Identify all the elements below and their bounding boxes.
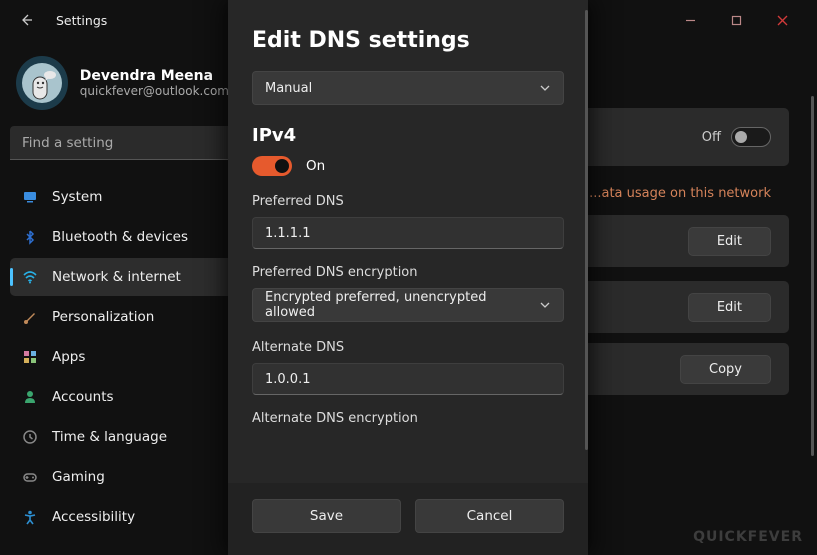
wifi-icon [22,269,38,285]
arrow-left-icon [18,12,34,28]
nav-list: System Bluetooth & devices Network & inter… [10,178,235,536]
ipv4-heading: IPv4 [252,125,564,146]
chevron-down-icon [539,299,551,311]
preferred-dns-encryption-select[interactable]: Encrypted preferred, unencrypted allowed [252,288,564,322]
minimize-button[interactable] [667,4,713,36]
sidebar-item-personalization[interactable]: Personalization [10,298,235,336]
metered-toggle-label: Off [702,130,721,145]
user-name: Devendra Meena [80,68,229,84]
metered-toggle[interactable] [731,127,771,147]
ipv4-toggle[interactable] [252,156,292,176]
dialog-body: Edit DNS settings Manual IPv4 On Preferr… [228,0,588,483]
sidebar-item-accessibility[interactable]: Accessibility [10,498,235,536]
dialog-footer: Save Cancel [228,483,588,555]
sidebar-item-gaming[interactable]: Gaming [10,458,235,496]
preferred-dns-input[interactable] [252,217,564,249]
alternate-dns-input[interactable] [252,363,564,395]
cancel-button[interactable]: Cancel [415,499,564,533]
preferred-enc-value: Encrypted preferred, unencrypted allowed [265,290,539,320]
data-usage-link[interactable]: ...ata usage on this network [589,186,771,201]
save-button[interactable]: Save [252,499,401,533]
user-email: quickfever@outlook.com [80,84,229,98]
edit-button-1[interactable]: Edit [688,227,771,256]
ipv4-toggle-label: On [306,158,325,174]
sidebar-item-system[interactable]: System [10,178,235,216]
main-scrollbar[interactable] [811,96,814,456]
bluetooth-icon [22,229,38,245]
person-icon [22,389,38,405]
edit-dns-dialog: Edit DNS settings Manual IPv4 On Preferr… [228,0,588,555]
sidebar-item-label: System [52,189,102,205]
sidebar-item-apps[interactable]: Apps [10,338,235,376]
sidebar-item-label: Bluetooth & devices [52,229,188,245]
brush-icon [22,309,38,325]
preferred-dns-encryption-label: Preferred DNS encryption [252,265,564,280]
sidebar-item-bluetooth-devices[interactable]: Bluetooth & devices [10,218,235,256]
apps-icon [22,349,38,365]
user-account-row[interactable]: Devendra Meena quickfever@outlook.com [10,48,235,126]
monitor-icon [22,189,38,205]
edit-button-2[interactable]: Edit [688,293,771,322]
sidebar: Devendra Meena quickfever@outlook.com Sy… [0,40,245,555]
sidebar-item-label: Gaming [52,469,105,485]
sidebar-item-label: Accounts [52,389,114,405]
sidebar-item-label: Personalization [52,309,154,325]
minimize-icon [685,15,696,26]
clock-icon [22,429,38,445]
back-button[interactable] [12,6,40,34]
maximize-icon [731,15,742,26]
gamepad-icon [22,469,38,485]
search-input[interactable] [10,126,235,160]
maximize-button[interactable] [713,4,759,36]
sidebar-item-label: Time & language [52,429,167,445]
sidebar-item-accounts[interactable]: Accounts [10,378,235,416]
copy-button[interactable]: Copy [680,355,771,384]
avatar [16,56,68,110]
preferred-dns-label: Preferred DNS [252,194,564,209]
dialog-title: Edit DNS settings [252,28,564,53]
window-controls [667,4,805,36]
sidebar-item-label: Network & internet [52,269,181,285]
sidebar-item-network-internet[interactable]: Network & internet [10,258,235,296]
app-title: Settings [56,13,107,28]
sidebar-item-label: Apps [52,349,85,365]
alternate-dns-label: Alternate DNS [252,340,564,355]
dns-mode-value: Manual [265,81,312,96]
sidebar-item-label: Accessibility [52,509,135,525]
sidebar-item-time-language[interactable]: Time & language [10,418,235,456]
chevron-down-icon [539,82,551,94]
close-icon [777,15,788,26]
accessibility-icon [22,509,38,525]
dns-mode-select[interactable]: Manual [252,71,564,105]
alternate-dns-encryption-label: Alternate DNS encryption [252,411,564,426]
watermark: QUICKFEVER [693,529,803,545]
close-button[interactable] [759,4,805,36]
